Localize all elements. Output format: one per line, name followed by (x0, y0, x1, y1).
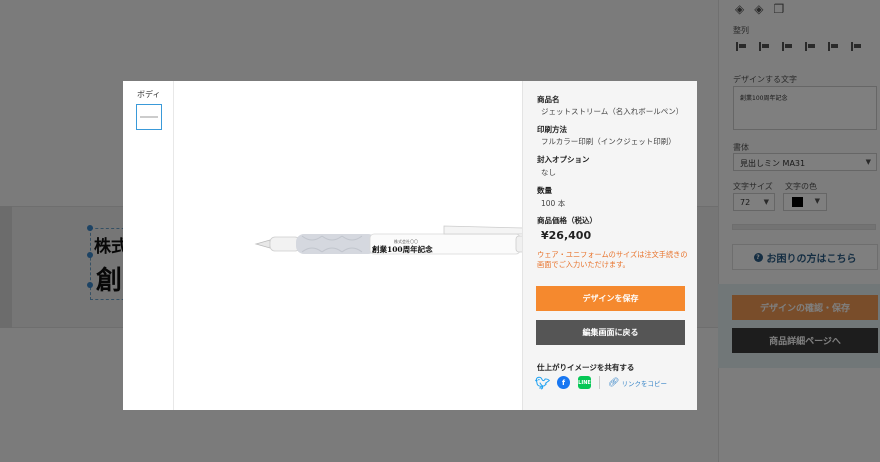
product-name-value: ジェットストリーム（名入れボールペン） (541, 107, 684, 116)
thumb-label: ボディ (137, 90, 161, 99)
print-method-value: フルカラー印刷（インクジェット印刷） (541, 137, 676, 146)
quantity-value: 100 本 (541, 199, 566, 208)
copy-link-label: リンクをコピー (621, 379, 667, 388)
link-icon: 🔗︎ (608, 377, 620, 388)
copy-link-button[interactable]: 🔗︎ リンクをコピー (608, 378, 667, 388)
design-preview-modal: ボディ 株式会社〇〇 創業100周年記念 商品名 ジェットストリーム（名入れボー… (123, 81, 697, 410)
save-design-button[interactable]: デザインを保存 (536, 286, 685, 311)
product-info-panel: 商品名 ジェットストリーム（名入れボールペン） 印刷方法 フルカラー印刷（インク… (522, 81, 697, 410)
print-method-label: 印刷方法 (537, 125, 567, 134)
share-buttons: 🐦︎ f LINE 🔗︎ リンクをコピー (535, 376, 667, 390)
size-note: ウェア・ユニフォームのサイズは注文手続きの画面でご入力いただけます。 (537, 250, 688, 269)
line-icon[interactable]: LINE (578, 376, 591, 389)
quantity-label: 数量 (537, 186, 552, 195)
share-divider (599, 376, 600, 389)
share-label: 仕上がりイメージを共有する (537, 363, 635, 372)
facebook-icon[interactable]: f (557, 376, 570, 389)
view-thumbnails: ボディ (123, 81, 174, 410)
price-label: 商品価格（税込） (537, 216, 597, 225)
product-preview: 株式会社〇〇 創業100周年記念 (174, 81, 543, 410)
price-value: ¥26,400 (541, 229, 592, 242)
option-value: なし (541, 168, 556, 177)
option-label: 封入オプション (537, 155, 590, 164)
thumb-body[interactable] (136, 104, 162, 130)
pen-print-main: 創業100周年記念 (372, 245, 433, 254)
twitter-icon[interactable]: 🐦︎ (535, 376, 550, 390)
back-to-editor-button[interactable]: 編集画面に戻る (536, 320, 685, 345)
product-name-label: 商品名 (537, 95, 560, 104)
